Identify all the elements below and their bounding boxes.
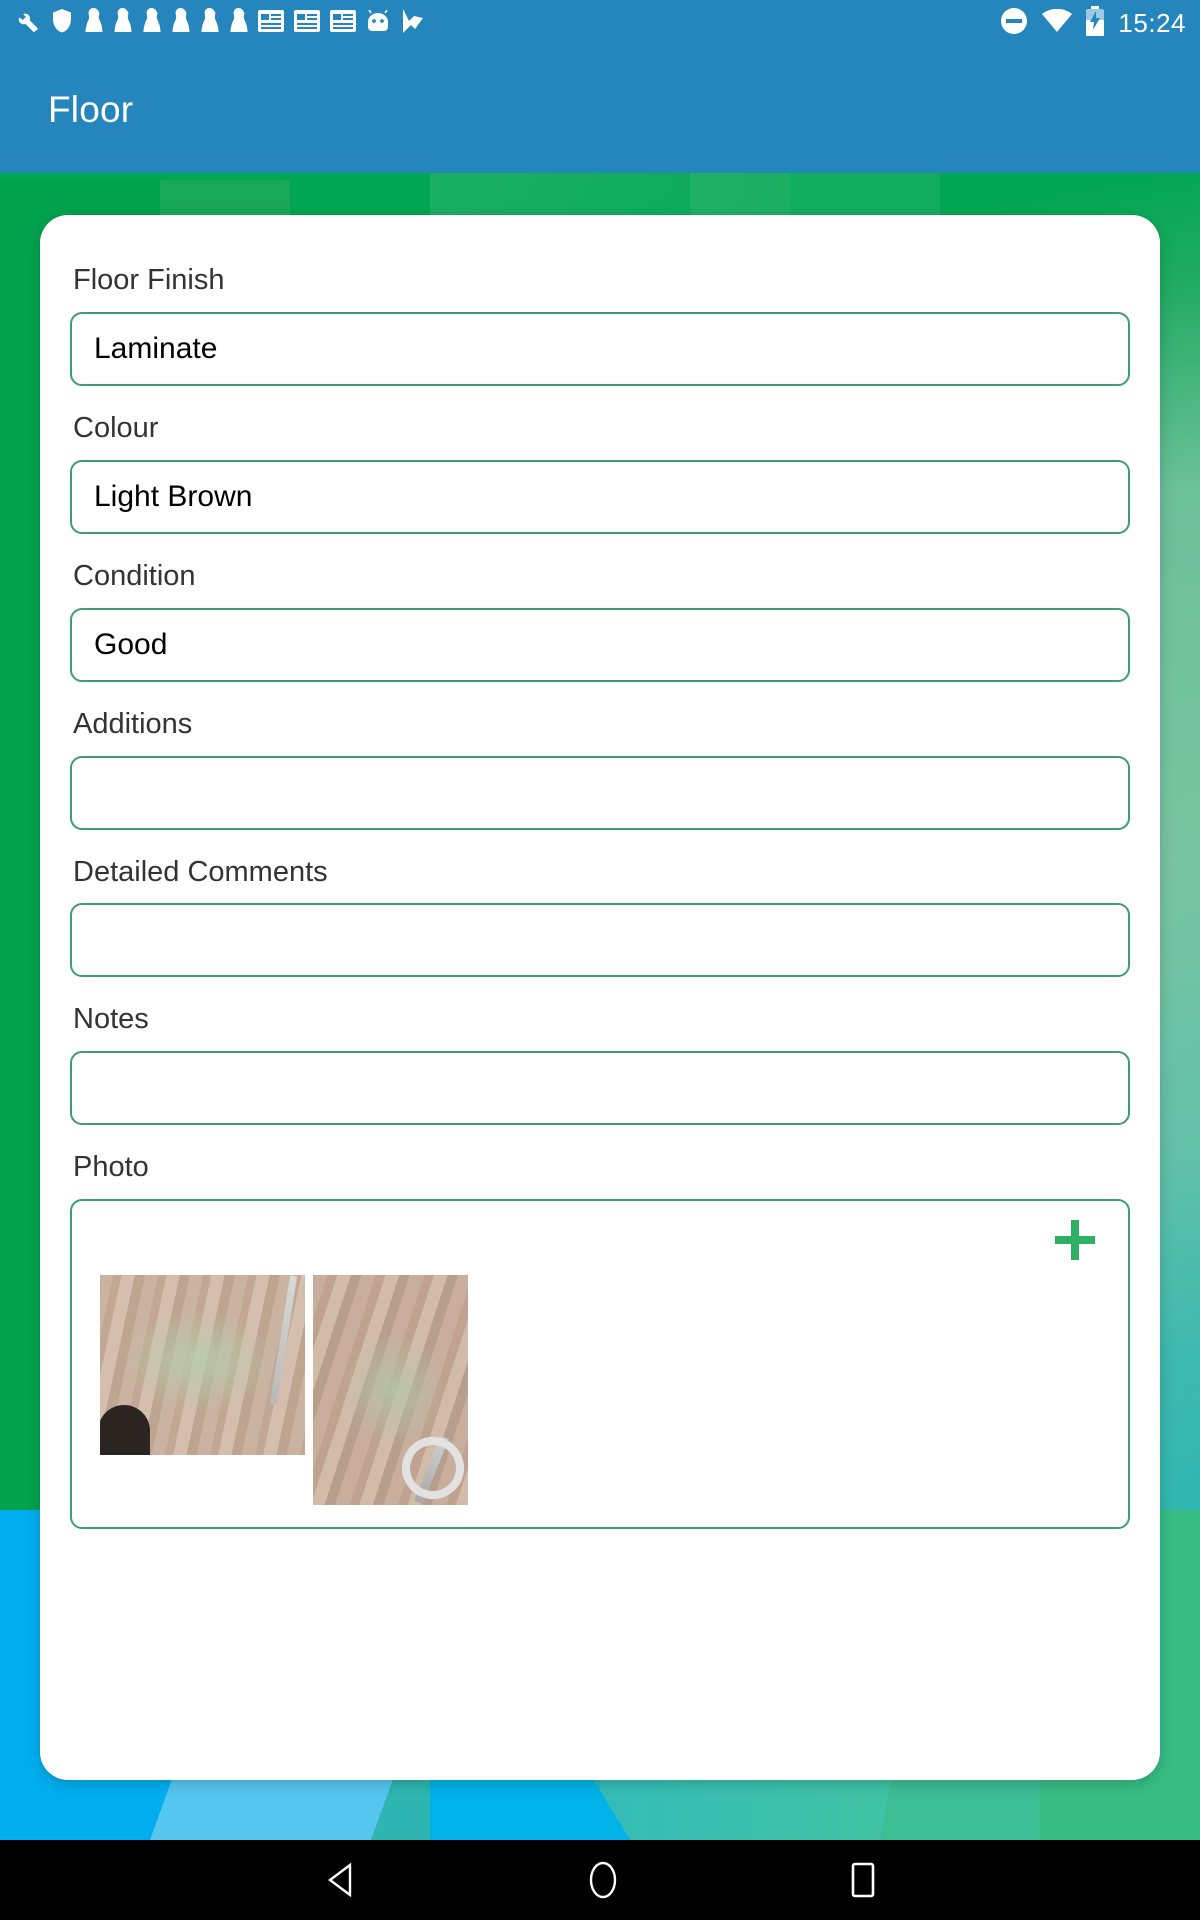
app-bar: Floor bbox=[0, 46, 1200, 173]
field-detailed-comments: Detailed Comments bbox=[70, 855, 1130, 978]
notes-input[interactable] bbox=[70, 1051, 1130, 1126]
field-label: Notes bbox=[73, 1003, 149, 1036]
field-photo: Photo bbox=[70, 1151, 1130, 1530]
keyhole-icon bbox=[229, 7, 248, 39]
field-value: Laminate bbox=[94, 331, 218, 365]
keyhole-icon bbox=[142, 7, 161, 39]
wifi-icon bbox=[1042, 8, 1073, 38]
keyhole-icon bbox=[200, 7, 219, 39]
photo-thumbnail-strip bbox=[100, 1275, 468, 1506]
field-additions: Additions bbox=[70, 707, 1130, 830]
wrench-icon bbox=[14, 8, 40, 39]
back-triangle-icon[interactable] bbox=[324, 1863, 356, 1897]
list-card-icon bbox=[258, 9, 284, 37]
field-value: Good bbox=[94, 627, 168, 661]
shield-icon bbox=[50, 8, 74, 39]
laminate-floor-photo-2[interactable] bbox=[313, 1275, 468, 1506]
page-title: Floor bbox=[48, 88, 134, 130]
keyhole-icon bbox=[84, 7, 103, 39]
photo-panel bbox=[70, 1199, 1130, 1530]
status-bar-system-icons: 15:24 bbox=[1000, 5, 1186, 41]
field-label: Condition bbox=[73, 559, 196, 592]
condition-input[interactable]: Good bbox=[70, 607, 1130, 682]
form-card: Floor Finish Laminate Colour Light Brown… bbox=[40, 215, 1160, 1780]
field-condition: Condition Good bbox=[70, 559, 1130, 682]
floor-finish-input[interactable]: Laminate bbox=[70, 311, 1130, 386]
phone-screen: 15:24 Floor Floor Finish Laminate Colour… bbox=[0, 0, 1200, 1920]
keyhole-icon bbox=[171, 7, 190, 39]
field-notes: Notes bbox=[70, 1003, 1130, 1126]
home-circle-icon[interactable] bbox=[586, 1860, 620, 1900]
laminate-floor-photo-1[interactable] bbox=[100, 1275, 305, 1456]
field-floor-finish: Floor Finish Laminate bbox=[70, 264, 1130, 386]
check-flag-icon bbox=[400, 8, 424, 39]
status-bar-clock: 15:24 bbox=[1118, 7, 1186, 38]
field-label: Floor Finish bbox=[73, 264, 225, 296]
recents-square-icon[interactable] bbox=[850, 1862, 876, 1898]
list-card-icon bbox=[294, 9, 320, 37]
field-label: Additions bbox=[73, 707, 193, 740]
keyhole-icon bbox=[113, 7, 132, 39]
android-navigation-bar bbox=[0, 1840, 1200, 1920]
do-not-disturb-icon bbox=[1000, 7, 1028, 40]
list-card-icon bbox=[330, 9, 356, 37]
plus-icon bbox=[1055, 1220, 1095, 1261]
android-robot-icon bbox=[366, 9, 390, 37]
field-label: Photo bbox=[73, 1151, 149, 1184]
colour-input[interactable]: Light Brown bbox=[70, 459, 1130, 534]
additions-input[interactable] bbox=[70, 755, 1130, 830]
floor-inspection-form: Floor Finish Laminate Colour Light Brown… bbox=[40, 215, 1160, 1530]
battery-charging-icon bbox=[1086, 5, 1105, 41]
status-bar: 15:24 bbox=[0, 0, 1200, 46]
field-value: Light Brown bbox=[94, 479, 253, 513]
add-photo-button[interactable] bbox=[1050, 1215, 1100, 1265]
field-label: Colour bbox=[73, 411, 159, 444]
detailed-comments-input[interactable] bbox=[70, 903, 1130, 978]
field-label: Detailed Comments bbox=[73, 855, 328, 888]
status-bar-notification-icons bbox=[14, 7, 424, 39]
field-colour: Colour Light Brown bbox=[70, 411, 1130, 534]
